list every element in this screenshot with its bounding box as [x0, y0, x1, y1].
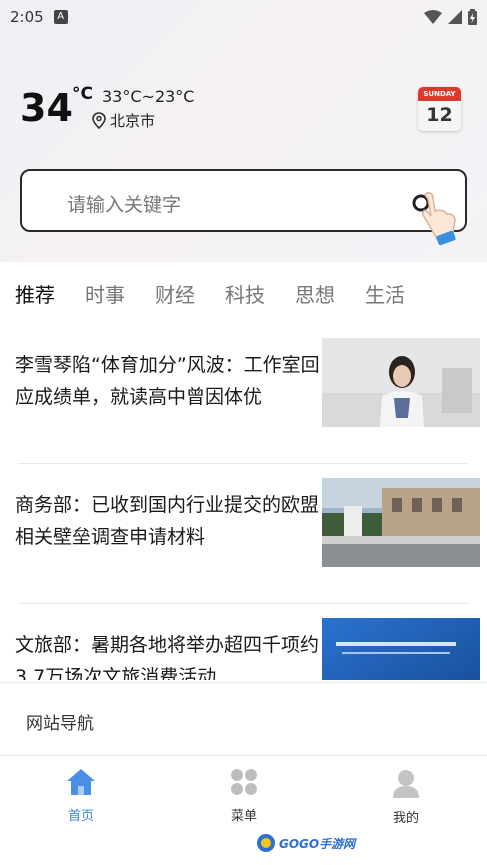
watermark-text: GOGO手游网: [279, 836, 356, 851]
watermark-logo: GOGO手游网: [256, 833, 355, 853]
site-navigation-label: 网站导航: [26, 714, 94, 734]
status-bar: 2:05 A: [0, 0, 487, 34]
nav-menu-label: 菜单: [230, 809, 257, 824]
watermark-g-icon: [257, 834, 275, 852]
current-temperature: 34: [20, 86, 73, 130]
news-title: 文旅部：暑期各地将举办超四千项约3.7万场次文旅消费活动: [15, 634, 320, 680]
news-title: 商务部：已收到国内行业提交的欧盟相关壁垒调查申请材料: [15, 494, 320, 548]
tab-thought[interactable]: 思想: [295, 279, 335, 308]
city-name: 北京市: [110, 112, 156, 130]
tab-recommended[interactable]: 推荐: [15, 279, 55, 308]
battery-icon: [468, 9, 477, 25]
temperature-range: 33°C~23°C: [102, 87, 195, 106]
home-icon: [67, 769, 95, 795]
user-icon: [393, 770, 419, 798]
location: 北京市: [92, 110, 155, 131]
notification-a-icon: A: [53, 10, 68, 24]
signal-icon: [448, 10, 462, 24]
news-list: 李雪琴陷“体育加分”风波：工作室回应成绩单，就读高中曾因体优 商务部：已收到国内…: [0, 324, 487, 680]
tap-hand-icon: [412, 192, 456, 246]
news-item[interactable]: 文旅部：暑期各地将举办超四千项约3.7万场次文旅消费活动: [0, 604, 487, 680]
bottom-navigation: 首页 菜单 我的: [0, 757, 487, 865]
wifi-icon: [424, 10, 442, 24]
tab-finance[interactable]: 财经: [155, 279, 195, 308]
location-pin-icon: [92, 112, 106, 129]
status-time: 2:05: [10, 8, 44, 26]
calendar-weekday: SUNDAY: [418, 87, 461, 101]
tab-technology[interactable]: 科技: [225, 279, 265, 308]
nav-home[interactable]: 首页: [31, 767, 131, 824]
status-icons: [424, 9, 477, 25]
calendar-day: 12: [426, 104, 453, 126]
tab-life[interactable]: 生活: [365, 279, 405, 308]
category-tabs: 推荐 时事 财经 科技 思想 生活: [0, 262, 487, 324]
news-thumbnail: [322, 618, 480, 680]
nav-home-label: 首页: [67, 809, 94, 824]
site-navigation[interactable]: 网站导航: [0, 682, 487, 756]
news-item[interactable]: 李雪琴陷“体育加分”风波：工作室回应成绩单，就读高中曾因体优: [0, 324, 487, 464]
nav-profile[interactable]: 我的: [356, 767, 456, 826]
nav-profile-label: 我的: [392, 811, 419, 826]
calendar-icon[interactable]: SUNDAY 12: [418, 87, 461, 131]
news-item[interactable]: 商务部：已收到国内行业提交的欧盟相关壁垒调查申请材料: [0, 464, 487, 604]
menu-grid-icon: [231, 769, 257, 795]
search-placeholder: 请输入关键字: [67, 194, 182, 216]
temperature-unit: °C: [72, 84, 93, 104]
news-thumbnail: [322, 478, 480, 567]
nav-menu[interactable]: 菜单: [194, 767, 294, 824]
weather-widget[interactable]: 34 °C 33°C~23°C 北京市: [20, 82, 320, 132]
search-input[interactable]: 请输入关键字: [20, 169, 467, 246]
news-title: 李雪琴陷“体育加分”风波：工作室回应成绩单，就读高中曾因体优: [15, 354, 320, 408]
news-thumbnail: [322, 338, 480, 427]
tab-current-affairs[interactable]: 时事: [85, 279, 125, 308]
